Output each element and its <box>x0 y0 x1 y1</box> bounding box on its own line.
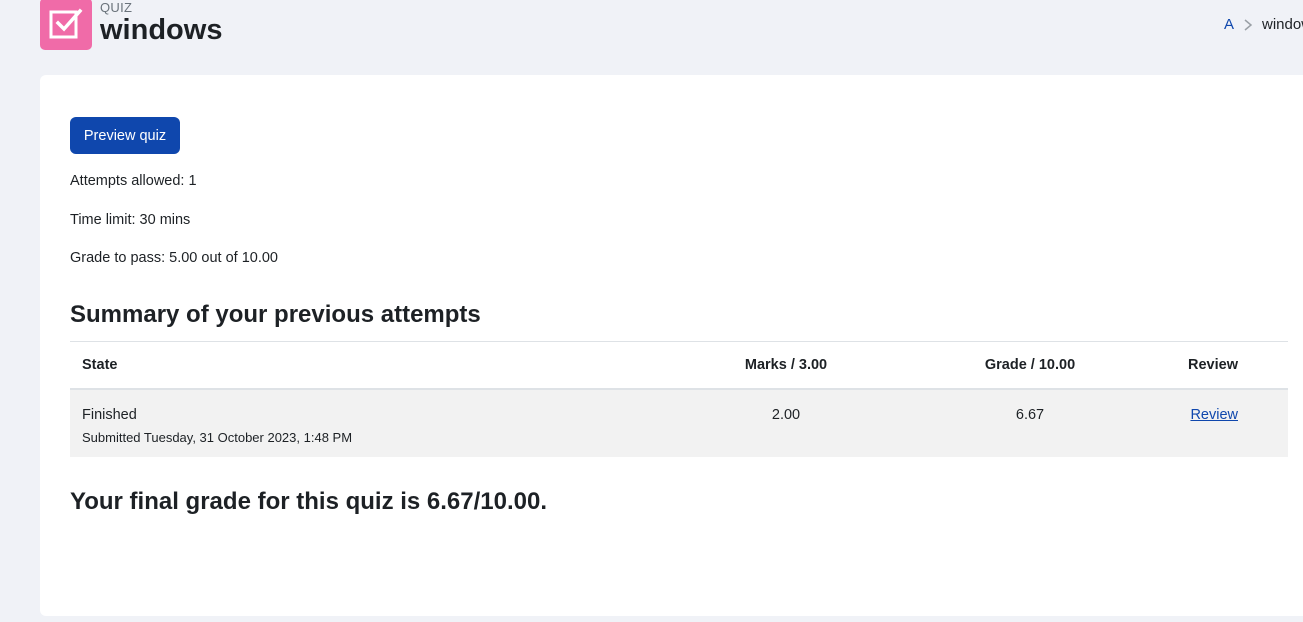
preview-quiz-button[interactable]: Preview quiz <box>70 117 180 154</box>
quiz-icon <box>40 0 92 50</box>
column-header-review: Review <box>1152 341 1288 390</box>
column-header-state: State <box>70 341 664 390</box>
attempt-state: Finished <box>82 407 137 423</box>
review-link[interactable]: Review <box>1190 407 1238 423</box>
cell-review: Review <box>1152 389 1288 457</box>
final-grade-text: Your final grade for this quiz is 6.67/1… <box>70 488 548 515</box>
attempts-allowed-text: Attempts allowed: 1 <box>70 173 197 189</box>
breadcrumb-current: windows <box>1262 16 1303 33</box>
page: QUIZ windows A windows Preview quiz Atte… <box>0 0 1303 622</box>
main-content-card: Preview quiz Attempts allowed: 1 Time li… <box>40 75 1303 616</box>
table-header-row: State Marks / 3.00 Grade / 10.00 Review <box>70 341 1288 390</box>
chevron-right-icon <box>1244 18 1253 31</box>
time-limit-text: Time limit: 30 mins <box>70 212 191 228</box>
table-row: Finished Submitted Tuesday, 31 October 2… <box>70 389 1288 457</box>
cell-state: Finished Submitted Tuesday, 31 October 2… <box>70 389 664 457</box>
column-header-marks: Marks / 3.00 <box>664 341 908 390</box>
cell-grade: 6.67 <box>908 389 1152 457</box>
activity-type-label: QUIZ <box>100 0 133 15</box>
attempt-submitted-date: Submitted Tuesday, 31 October 2023, 1:48… <box>82 430 353 445</box>
attempts-summary-heading: Summary of your previous attempts <box>70 301 481 328</box>
breadcrumb-course-link[interactable]: A <box>1224 16 1234 33</box>
breadcrumb: A windows <box>1224 16 1303 33</box>
checkbox-check-icon <box>49 8 83 39</box>
grade-to-pass-text: Grade to pass: 5.00 out of 10.00 <box>70 250 278 266</box>
cell-marks: 2.00 <box>664 389 908 457</box>
attempts-table: State Marks / 3.00 Grade / 10.00 Review … <box>70 341 1288 457</box>
page-title: windows <box>100 14 223 46</box>
column-header-grade: Grade / 10.00 <box>908 341 1152 390</box>
